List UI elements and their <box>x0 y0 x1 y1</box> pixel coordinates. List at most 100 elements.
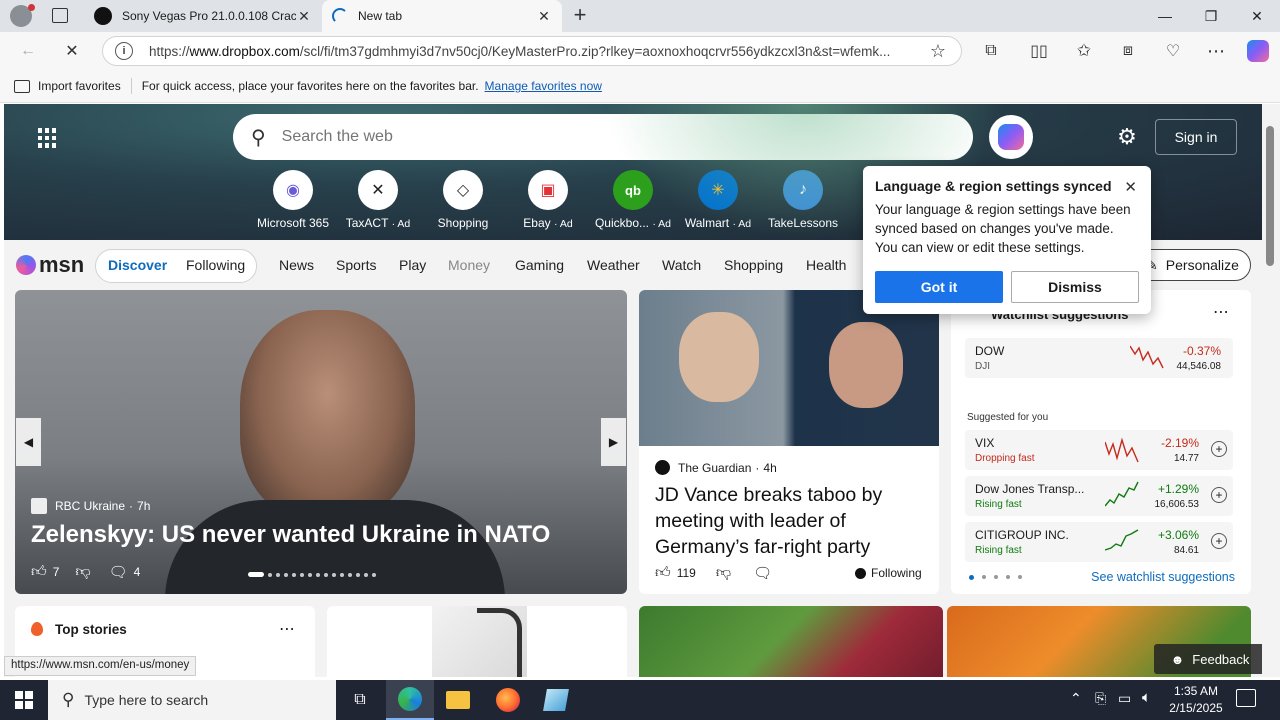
settings-gear-icon[interactable]: ⚙ <box>1114 124 1140 150</box>
nav-discover[interactable]: Discover <box>108 257 167 273</box>
carousel-prev-button[interactable]: ◀ <box>16 418 41 466</box>
site-info-icon[interactable]: i <box>115 42 133 60</box>
personalize-button[interactable]: ✎ Personalize <box>1134 249 1251 281</box>
like-icon[interactable]: 👍︎ <box>31 563 47 581</box>
ad-card-hub[interactable] <box>327 606 627 677</box>
dismiss-button[interactable]: Dismiss <box>1011 271 1139 303</box>
more-menu-icon[interactable]: ⋯ <box>1200 37 1232 65</box>
nav-news[interactable]: News <box>279 257 314 273</box>
network-icon[interactable]: ⎘ <box>1095 690 1106 707</box>
carousel-dot[interactable] <box>316 572 320 577</box>
carousel-dot[interactable] <box>348 572 352 577</box>
carousel-dot[interactable] <box>340 572 344 577</box>
image-card-beets[interactable] <box>639 606 943 677</box>
split-screen-icon[interactable]: ▯▯ <box>1023 37 1055 65</box>
feedback-button[interactable]: ☻ Feedback <box>1154 644 1262 674</box>
add-to-watchlist-icon[interactable]: + <box>1211 533 1227 549</box>
close-tab-icon[interactable]: ✕ <box>536 8 552 25</box>
story-headline[interactable]: Zelenskyy: US never wanted Ukraine in NA… <box>31 521 550 549</box>
carousel-dot[interactable] <box>300 572 304 577</box>
quicklink-walmart[interactable]: ✳ Walmart · Ad <box>675 170 761 230</box>
search-box[interactable]: ⚲ <box>233 114 973 160</box>
add-to-watchlist-icon[interactable]: + <box>1211 441 1227 457</box>
quicklink-quickbooks[interactable]: qb Quickbo... · Ad <box>590 170 676 230</box>
clock[interactable]: 1:35 AM 2/15/2025 <box>1166 683 1226 717</box>
carousel-dot[interactable] <box>284 572 288 577</box>
import-favorites-icon[interactable] <box>14 79 30 93</box>
nav-play[interactable]: Play <box>399 257 426 273</box>
carousel-dot[interactable] <box>308 572 312 577</box>
close-tab-icon[interactable]: ✕ <box>296 8 312 25</box>
more-options-icon[interactable]: ⋯ <box>279 619 295 639</box>
carousel-dot[interactable] <box>292 572 296 577</box>
notifications-icon[interactable] <box>1236 689 1256 707</box>
stop-loading-icon[interactable]: ✕ <box>56 37 88 65</box>
sign-in-button[interactable]: Sign in <box>1155 119 1237 155</box>
favorite-star-icon[interactable]: ☆ <box>922 37 954 65</box>
watchlist-row-vix[interactable]: VIX Dropping fast -2.19% 14.77 + <box>965 430 1233 470</box>
taskbar-search-box[interactable]: ⚲ Type here to search <box>48 680 336 720</box>
performance-icon[interactable]: ♡ <box>1157 37 1189 65</box>
windows-start-icon[interactable] <box>0 680 48 720</box>
tab-new-tab[interactable]: New tab ✕ <box>322 0 562 32</box>
quicklink-taxact[interactable]: ✕ TaxACT · Ad <box>335 170 421 230</box>
carousel-next-button[interactable]: ▶ <box>601 418 626 466</box>
edge-taskbar-icon[interactable] <box>386 680 434 720</box>
nav-sports[interactable]: Sports <box>336 257 376 273</box>
app-taskbar-icon[interactable] <box>532 680 580 720</box>
carousel-dot[interactable] <box>332 572 336 577</box>
more-options-icon[interactable]: ⋯ <box>1213 302 1229 322</box>
nav-shopping[interactable]: Shopping <box>724 257 783 273</box>
watchlist-row-citigroup[interactable]: CITIGROUP INC. Rising fast +3.06% 84.61 … <box>965 522 1233 562</box>
dislike-icon[interactable]: 👎︎ <box>716 564 731 582</box>
search-input[interactable] <box>281 128 882 146</box>
carousel-dot[interactable] <box>372 572 376 577</box>
nav-watch[interactable]: Watch <box>662 257 701 273</box>
collections-icon[interactable]: ⧈ <box>1112 37 1144 65</box>
carousel-dot[interactable] <box>324 572 328 577</box>
watchlist-row-dow[interactable]: DOW DJI -0.37% 44,546.08 <box>965 338 1233 378</box>
story-card-guardian[interactable]: The Guardian · 4h JD Vance breaks taboo … <box>639 290 939 594</box>
firefox-icon[interactable] <box>484 680 532 720</box>
nav-gaming[interactable]: Gaming <box>515 257 564 273</box>
quicklink-microsoft-365[interactable]: ◉ Microsoft 365 <box>250 170 336 230</box>
close-window-button[interactable]: ✕ <box>1234 0 1280 32</box>
back-icon[interactable]: ← <box>12 37 44 65</box>
quicklink-shopping[interactable]: ◇ Shopping <box>420 170 506 230</box>
address-bar[interactable]: i https://www.dropbox.com/scl/fi/tm37gdm… <box>102 36 962 66</box>
add-to-watchlist-icon[interactable]: + <box>1211 487 1227 503</box>
carousel-dot[interactable] <box>268 572 272 577</box>
copilot-button[interactable] <box>989 115 1033 159</box>
import-favorites-button[interactable]: Import favorites <box>38 79 121 93</box>
comment-icon[interactable]: 🗨︎ <box>109 563 128 581</box>
nav-money[interactable]: Money <box>448 257 490 273</box>
carousel-dot[interactable] <box>276 572 280 577</box>
minimize-button[interactable]: — <box>1142 0 1188 32</box>
tab-sony-vegas[interactable]: Sony Vegas Pro 21.0.0.108 Crack ✕ <box>84 0 322 32</box>
top-stories-title[interactable]: Top stories <box>55 622 127 637</box>
quicklink-takelessons[interactable]: ♪ TakeLessons <box>760 170 846 230</box>
see-watchlist-link[interactable]: See watchlist suggestions <box>1091 570 1235 584</box>
popup-close-icon[interactable]: ✕ <box>1124 178 1137 196</box>
got-it-button[interactable]: Got it <box>875 271 1003 303</box>
manage-favorites-link[interactable]: Manage favorites now <box>485 79 602 93</box>
scrollbar-thumb[interactable] <box>1266 126 1274 266</box>
file-explorer-icon[interactable] <box>434 680 482 720</box>
nav-weather[interactable]: Weather <box>587 257 640 273</box>
carousel-dot-active[interactable] <box>248 572 264 577</box>
quicklink-ebay[interactable]: ▣ Ebay · Ad <box>505 170 591 230</box>
hero-story-card[interactable]: ◀ ▶ RBC Ukraine · 7h Zelenskyy: US never… <box>15 290 627 594</box>
copilot-icon[interactable] <box>1242 37 1274 65</box>
favorites-icon[interactable]: ✩ <box>1068 37 1100 65</box>
following-badge[interactable]: Following <box>855 566 922 580</box>
carousel-dot[interactable] <box>364 572 368 577</box>
nav-following[interactable]: Following <box>186 257 245 273</box>
nav-health[interactable]: Health <box>806 257 846 273</box>
restore-button[interactable]: ❐ <box>1188 0 1234 32</box>
carousel-dot[interactable] <box>356 572 360 577</box>
extensions-icon[interactable]: ⧉ <box>975 37 1007 65</box>
watchlist-row-transp[interactable]: Dow Jones Transp... Rising fast +1.29% 1… <box>965 476 1233 516</box>
volume-icon[interactable]: 🔈︎ <box>1142 689 1151 706</box>
task-view-icon[interactable]: ⧉ <box>336 680 384 720</box>
like-icon[interactable]: 👍︎ <box>655 564 671 582</box>
